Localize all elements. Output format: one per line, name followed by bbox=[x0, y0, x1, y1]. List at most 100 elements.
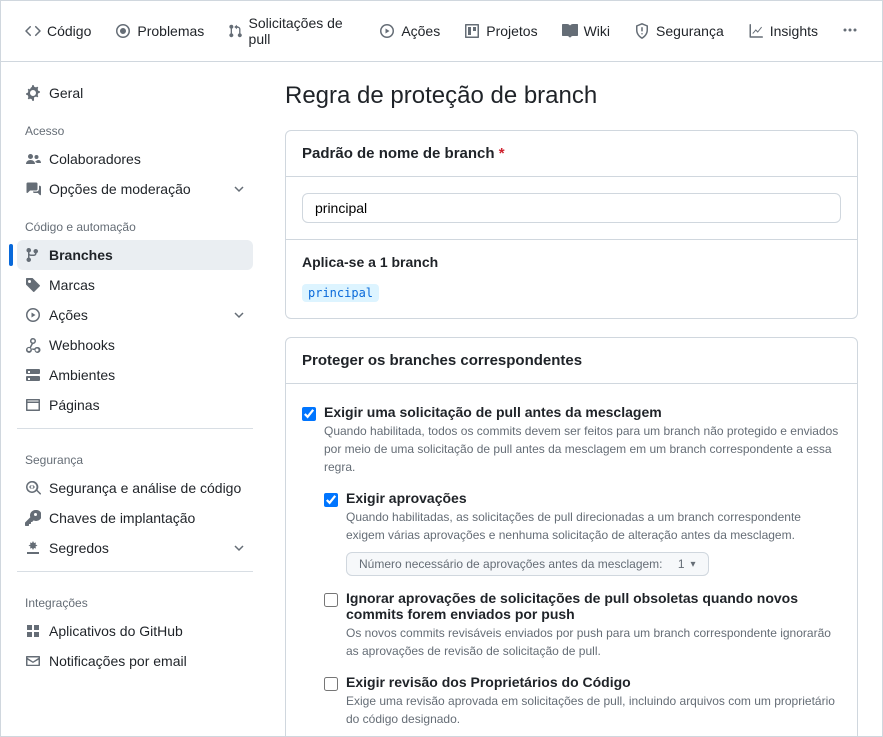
codescan-icon bbox=[25, 480, 41, 496]
option-codeowners-desc: Exige uma revisão aprovada em solicitaçõ… bbox=[346, 692, 841, 728]
option-dismiss-stale: Ignorar aprovações de solicitações de pu… bbox=[324, 586, 841, 670]
settings-sidebar: Geral Acesso Colaboradores Opções de mod… bbox=[1, 62, 261, 736]
option-require-pr: Exigir uma solicitação de pull antes da … bbox=[302, 400, 841, 486]
graph-icon bbox=[748, 23, 764, 39]
option-require-approvals-label: Exigir aprovações bbox=[346, 490, 841, 506]
sidebar-secrets-label: Segredos bbox=[49, 540, 109, 556]
tab-insights-label: Insights bbox=[770, 23, 818, 39]
option-dismiss-stale-desc: Os novos commits revisáveis enviados por… bbox=[346, 624, 841, 660]
git-pull-request-icon bbox=[228, 23, 242, 39]
sidebar-item-webhooks[interactable]: Webhooks bbox=[17, 330, 253, 360]
sidebar-item-environments[interactable]: Ambientes bbox=[17, 360, 253, 390]
sidebar-item-email-notifications[interactable]: Notificações por email bbox=[17, 646, 253, 676]
page-title: Regra de proteção de branch bbox=[285, 82, 858, 110]
option-codeowners-label: Exigir revisão dos Proprietários do Códi… bbox=[346, 674, 841, 690]
option-require-pr-label: Exigir uma solicitação de pull antes da … bbox=[324, 404, 841, 420]
sidebar-item-tags[interactable]: Marcas bbox=[17, 270, 253, 300]
book-icon bbox=[562, 23, 578, 39]
protect-matching-header: Proteger os branches correspondentes bbox=[286, 338, 857, 384]
git-branch-icon bbox=[25, 247, 41, 263]
comment-discussion-icon bbox=[25, 181, 41, 197]
required-indicator: * bbox=[499, 145, 505, 162]
tab-code-label: Código bbox=[47, 23, 91, 39]
sidebar-item-actions[interactable]: Ações bbox=[17, 300, 253, 330]
sidebar-general-label: Geral bbox=[49, 85, 83, 101]
tab-issues[interactable]: Problemas bbox=[107, 17, 212, 45]
sidebar-code-security-label: Segurança e análise de código bbox=[49, 480, 241, 496]
sidebar-item-general[interactable]: Geral bbox=[17, 78, 253, 108]
checkbox-require-approvals[interactable] bbox=[324, 493, 338, 507]
section-access: Acesso bbox=[17, 108, 253, 144]
applies-to-section: Aplica-se a 1 branch principal bbox=[286, 239, 857, 318]
tab-projects[interactable]: Projetos bbox=[456, 17, 545, 45]
tab-projects-label: Projetos bbox=[486, 23, 537, 39]
chevron-down-icon bbox=[233, 309, 245, 321]
repo-tabs: Código Problemas Solicitações de pull Aç… bbox=[1, 1, 882, 62]
section-security: Segurança bbox=[17, 437, 253, 473]
tab-wiki-label: Wiki bbox=[584, 23, 610, 39]
issue-icon bbox=[115, 23, 131, 39]
approvals-select-label: Número necessário de aprovações antes da… bbox=[359, 557, 663, 571]
section-code-automation: Código e automação bbox=[17, 204, 253, 240]
sidebar-collaborators-label: Colaboradores bbox=[49, 151, 141, 167]
option-codeowners: Exigir revisão dos Proprietários do Códi… bbox=[324, 670, 841, 736]
option-require-approvals-desc: Quando habilitadas, as solicitações de p… bbox=[346, 508, 841, 544]
checkbox-require-pr[interactable] bbox=[302, 407, 316, 421]
browser-icon bbox=[25, 397, 41, 413]
sidebar-item-collaborators[interactable]: Colaboradores bbox=[17, 144, 253, 174]
sidebar-item-branches[interactable]: Branches bbox=[17, 240, 253, 270]
tab-security[interactable]: Segurança bbox=[626, 17, 732, 45]
checkbox-dismiss-stale[interactable] bbox=[324, 593, 338, 607]
option-require-pr-desc: Quando habilitada, todos os commits deve… bbox=[324, 422, 841, 476]
option-dismiss-stale-label: Ignorar aprovações de solicitações de pu… bbox=[346, 590, 841, 622]
gear-icon bbox=[25, 85, 41, 101]
server-icon bbox=[25, 367, 41, 383]
chevron-down-icon bbox=[233, 183, 245, 195]
tab-pr-label: Solicitações de pull bbox=[249, 15, 356, 47]
tab-wiki[interactable]: Wiki bbox=[554, 17, 618, 45]
sidebar-item-moderation[interactable]: Opções de moderação bbox=[17, 174, 253, 204]
sidebar-item-code-security[interactable]: Segurança e análise de código bbox=[17, 473, 253, 503]
sidebar-environments-label: Ambientes bbox=[49, 367, 115, 383]
sidebar-item-deploy-keys[interactable]: Chaves de implantação bbox=[17, 503, 253, 533]
mail-icon bbox=[25, 653, 41, 669]
checkbox-codeowners[interactable] bbox=[324, 677, 338, 691]
sidebar-webhooks-label: Webhooks bbox=[49, 337, 115, 353]
sidebar-deploy-keys-label: Chaves de implantação bbox=[49, 510, 195, 526]
branch-name-body bbox=[286, 177, 857, 239]
approvals-select-value: 1 bbox=[678, 557, 685, 571]
project-icon bbox=[464, 23, 480, 39]
protect-matching-panel: Proteger os branches correspondentes Exi… bbox=[285, 337, 858, 736]
tab-more[interactable] bbox=[834, 18, 866, 45]
sidebar-item-github-apps[interactable]: Aplicativos do GitHub bbox=[17, 616, 253, 646]
sidebar-tags-label: Marcas bbox=[49, 277, 95, 293]
sidebar-pages-label: Páginas bbox=[49, 397, 100, 413]
branch-name-header-text: Padrão de nome de branch bbox=[302, 145, 495, 162]
key-icon bbox=[25, 510, 41, 526]
main-content: Regra de proteção de branch Padrão de no… bbox=[261, 62, 882, 736]
sidebar-item-pages[interactable]: Páginas bbox=[17, 390, 253, 420]
tab-insights[interactable]: Insights bbox=[740, 17, 826, 45]
approvals-count-select[interactable]: Número necessário de aprovações antes da… bbox=[346, 552, 709, 576]
kebab-icon bbox=[842, 22, 858, 38]
play-icon bbox=[379, 23, 395, 39]
webhook-icon bbox=[25, 337, 41, 353]
section-integrations: Integrações bbox=[17, 580, 253, 616]
tab-actions[interactable]: Ações bbox=[371, 17, 448, 45]
tab-issues-label: Problemas bbox=[137, 23, 204, 39]
shield-icon bbox=[634, 23, 650, 39]
sidebar-item-secrets[interactable]: Segredos bbox=[17, 533, 253, 563]
chevron-down-icon bbox=[233, 542, 245, 554]
branch-name-input[interactable] bbox=[302, 193, 841, 223]
sidebar-actions-label: Ações bbox=[49, 307, 88, 323]
tag-icon bbox=[25, 277, 41, 293]
tab-actions-label: Ações bbox=[401, 23, 440, 39]
applies-to-title: Aplica-se a 1 branch bbox=[302, 254, 841, 270]
option-require-approvals: Exigir aprovações Quando habilitadas, as… bbox=[324, 486, 841, 586]
tab-pull-requests[interactable]: Solicitações de pull bbox=[220, 9, 363, 53]
caret-down-icon: ▾ bbox=[691, 559, 696, 570]
tab-code[interactable]: Código bbox=[17, 17, 99, 45]
sidebar-github-apps-label: Aplicativos do GitHub bbox=[49, 623, 183, 639]
apps-icon bbox=[25, 623, 41, 639]
play-circle-icon bbox=[25, 307, 41, 323]
